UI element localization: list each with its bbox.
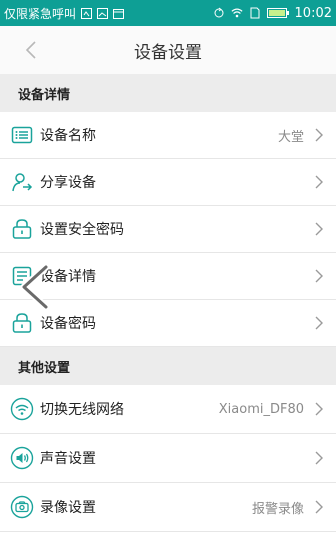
- row-set-security-password[interactable]: 设置安全密码: [0, 206, 336, 253]
- row-label: 切换无线网络: [40, 402, 124, 418]
- carrier-text: 仅限紧急呼叫: [4, 6, 77, 21]
- row-label: 设备名称: [40, 128, 96, 144]
- row-label: 设备密码: [40, 316, 96, 332]
- calendar-notification-icon: [112, 7, 124, 19]
- chevron-right-icon: [314, 127, 324, 143]
- row-share-device[interactable]: 分享设备: [0, 159, 336, 206]
- person-share-icon: [10, 170, 34, 194]
- row-device-name[interactable]: 设备名称 大堂: [0, 112, 336, 159]
- chevron-left-icon: [25, 41, 36, 59]
- lock-icon: [10, 217, 34, 241]
- wifi-icon: [10, 397, 34, 421]
- section-header-device-details: 设备详情: [0, 74, 336, 112]
- chevron-right-icon: [314, 315, 324, 331]
- nav-bar: 设备设置: [0, 26, 336, 74]
- section-title: 其他设置: [18, 360, 71, 376]
- row-partial[interactable]: [0, 532, 336, 549]
- sim-icon: [249, 7, 261, 19]
- clock: 10:02: [294, 5, 332, 21]
- chevron-right-icon: [314, 499, 324, 515]
- section-header-other-settings: 其他设置: [0, 347, 336, 385]
- image-notification-icon: [96, 7, 108, 19]
- chevron-right-icon: [314, 221, 324, 237]
- row-label: 设置安全密码: [40, 222, 124, 238]
- row-label: 分享设备: [40, 175, 96, 191]
- chevron-right-icon: [314, 450, 324, 466]
- row-label: 录像设置: [40, 500, 96, 516]
- back-button[interactable]: [22, 40, 42, 60]
- row-label: 设备详情: [40, 269, 96, 285]
- chevron-right-icon: [314, 401, 324, 417]
- row-value: 大堂: [277, 129, 304, 145]
- row-value: Xiaomi_DF80: [218, 401, 304, 417]
- status-bar: 仅限紧急呼叫 10:02: [0, 0, 336, 26]
- camera-icon: [10, 495, 34, 519]
- chevron-right-icon: [314, 174, 324, 190]
- battery-icon: [266, 7, 289, 19]
- speaker-icon: [10, 446, 34, 470]
- chevron-right-icon: [314, 268, 324, 284]
- back-gesture-arrow-icon: [18, 263, 52, 311]
- page-title: 设备设置: [134, 42, 202, 63]
- row-switch-wifi[interactable]: 切换无线网络 Xiaomi_DF80: [0, 385, 336, 434]
- row-sound-settings[interactable]: 声音设置: [0, 434, 336, 483]
- row-label: 声音设置: [40, 451, 96, 467]
- sync-icon: [213, 7, 225, 19]
- row-recording-settings[interactable]: 录像设置 报警录像: [0, 483, 336, 532]
- wifi-status-icon: [231, 7, 243, 19]
- list-icon: [10, 123, 34, 147]
- section-title: 设备详情: [18, 87, 71, 103]
- lock-icon: [10, 311, 34, 335]
- notification-icon: [80, 7, 92, 19]
- row-value: 报警录像: [251, 501, 304, 517]
